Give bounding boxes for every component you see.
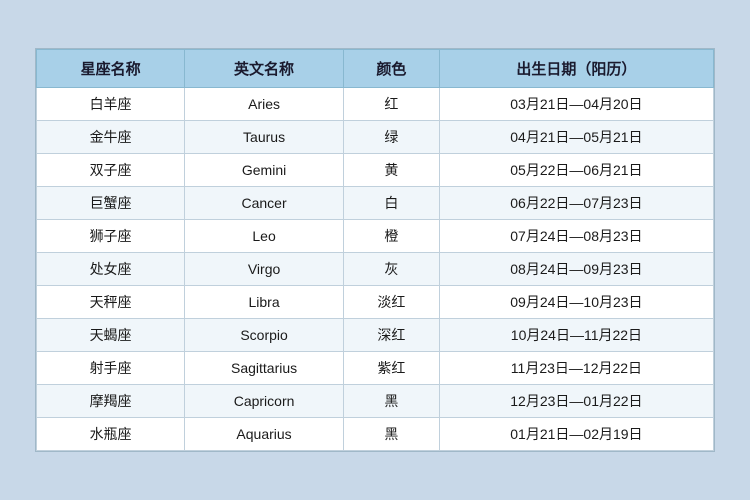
- cell-english-name: Leo: [185, 220, 344, 253]
- cell-color: 白: [343, 187, 439, 220]
- table-row: 天蝎座Scorpio深红10月24日—11月22日: [37, 319, 714, 352]
- cell-english-name: Taurus: [185, 121, 344, 154]
- table-row: 天秤座Libra淡红09月24日—10月23日: [37, 286, 714, 319]
- table-row: 金牛座Taurus绿04月21日—05月21日: [37, 121, 714, 154]
- header-english-name: 英文名称: [185, 50, 344, 88]
- zodiac-table: 星座名称 英文名称 颜色 出生日期（阳历） 白羊座Aries红03月21日—04…: [36, 49, 714, 451]
- header-date: 出生日期（阳历）: [439, 50, 713, 88]
- cell-color: 紫红: [343, 352, 439, 385]
- cell-chinese-name: 巨蟹座: [37, 187, 185, 220]
- cell-english-name: Libra: [185, 286, 344, 319]
- cell-date: 11月23日—12月22日: [439, 352, 713, 385]
- table-row: 双子座Gemini黄05月22日—06月21日: [37, 154, 714, 187]
- cell-color: 红: [343, 88, 439, 121]
- cell-date: 08月24日—09月23日: [439, 253, 713, 286]
- cell-color: 灰: [343, 253, 439, 286]
- table-row: 水瓶座Aquarius黑01月21日—02月19日: [37, 418, 714, 451]
- cell-date: 04月21日—05月21日: [439, 121, 713, 154]
- cell-chinese-name: 金牛座: [37, 121, 185, 154]
- cell-date: 05月22日—06月21日: [439, 154, 713, 187]
- cell-color: 黑: [343, 385, 439, 418]
- cell-english-name: Cancer: [185, 187, 344, 220]
- cell-color: 淡红: [343, 286, 439, 319]
- cell-chinese-name: 水瓶座: [37, 418, 185, 451]
- cell-date: 10月24日—11月22日: [439, 319, 713, 352]
- cell-english-name: Virgo: [185, 253, 344, 286]
- cell-english-name: Aquarius: [185, 418, 344, 451]
- cell-english-name: Gemini: [185, 154, 344, 187]
- cell-date: 07月24日—08月23日: [439, 220, 713, 253]
- cell-english-name: Scorpio: [185, 319, 344, 352]
- table-row: 狮子座Leo橙07月24日—08月23日: [37, 220, 714, 253]
- cell-chinese-name: 白羊座: [37, 88, 185, 121]
- cell-color: 黑: [343, 418, 439, 451]
- cell-english-name: Capricorn: [185, 385, 344, 418]
- cell-color: 深红: [343, 319, 439, 352]
- cell-color: 橙: [343, 220, 439, 253]
- table-row: 处女座Virgo灰08月24日—09月23日: [37, 253, 714, 286]
- cell-chinese-name: 狮子座: [37, 220, 185, 253]
- table-row: 射手座Sagittarius紫红11月23日—12月22日: [37, 352, 714, 385]
- cell-date: 09月24日—10月23日: [439, 286, 713, 319]
- cell-chinese-name: 天蝎座: [37, 319, 185, 352]
- cell-color: 绿: [343, 121, 439, 154]
- cell-date: 06月22日—07月23日: [439, 187, 713, 220]
- header-color: 颜色: [343, 50, 439, 88]
- cell-color: 黄: [343, 154, 439, 187]
- cell-chinese-name: 天秤座: [37, 286, 185, 319]
- cell-chinese-name: 射手座: [37, 352, 185, 385]
- table-header-row: 星座名称 英文名称 颜色 出生日期（阳历）: [37, 50, 714, 88]
- cell-chinese-name: 摩羯座: [37, 385, 185, 418]
- cell-chinese-name: 处女座: [37, 253, 185, 286]
- cell-date: 12月23日—01月22日: [439, 385, 713, 418]
- table-body: 白羊座Aries红03月21日—04月20日金牛座Taurus绿04月21日—0…: [37, 88, 714, 451]
- cell-date: 01月21日—02月19日: [439, 418, 713, 451]
- table-row: 巨蟹座Cancer白06月22日—07月23日: [37, 187, 714, 220]
- cell-chinese-name: 双子座: [37, 154, 185, 187]
- table-row: 摩羯座Capricorn黑12月23日—01月22日: [37, 385, 714, 418]
- cell-date: 03月21日—04月20日: [439, 88, 713, 121]
- cell-english-name: Aries: [185, 88, 344, 121]
- header-chinese-name: 星座名称: [37, 50, 185, 88]
- zodiac-table-container: 星座名称 英文名称 颜色 出生日期（阳历） 白羊座Aries红03月21日—04…: [35, 48, 715, 452]
- table-row: 白羊座Aries红03月21日—04月20日: [37, 88, 714, 121]
- cell-english-name: Sagittarius: [185, 352, 344, 385]
